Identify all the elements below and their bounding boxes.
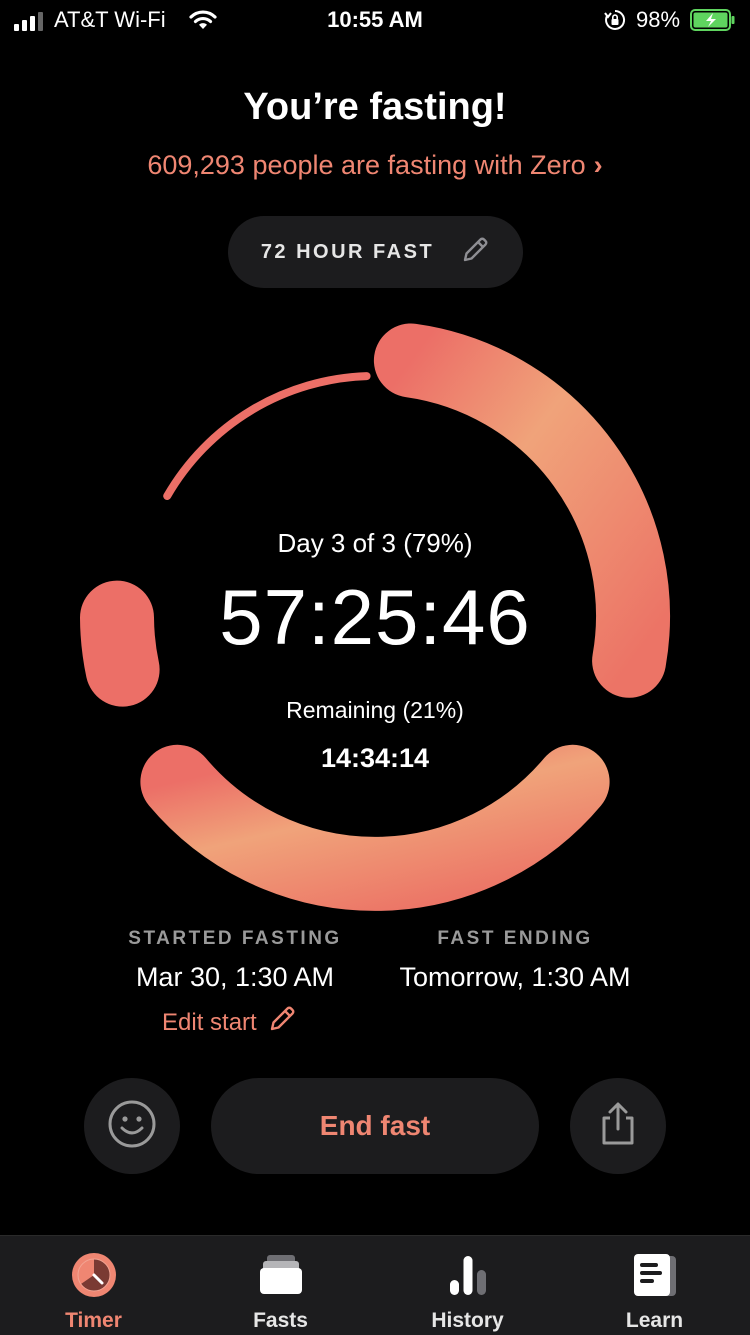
ring-remaining-track	[163, 372, 371, 500]
fast-type-button[interactable]: 72 HOUR FAST	[228, 216, 523, 288]
tab-history-label: History	[431, 1309, 504, 1332]
battery-percent: 98%	[636, 7, 681, 32]
tab-history[interactable]: History	[374, 1236, 561, 1335]
chevron-right-icon: ›	[593, 150, 603, 180]
started-fasting-value: Mar 30, 1:30 AM	[135, 962, 335, 992]
ring-segment-day-2	[140, 744, 610, 911]
status-bar: AT&T Wi-Fi 10:55 AM 98%	[0, 0, 750, 40]
fast-type-label: 72 HOUR FAST	[260, 240, 435, 263]
started-fasting-info: STARTED FASTING Mar 30, 1:30 AM	[100, 928, 370, 993]
started-fasting-caption: STARTED FASTING	[128, 928, 342, 949]
learn-icon	[561, 1252, 748, 1298]
tab-fasts[interactable]: Fasts	[187, 1236, 374, 1335]
orientation-lock-icon	[604, 9, 626, 37]
pencil-icon	[460, 235, 490, 270]
elapsed-timer: 57:25:46	[219, 573, 531, 661]
page-title: You’re fasting!	[243, 86, 507, 128]
community-link-text: 609,293 people are fasting with Zero	[147, 150, 586, 180]
fasts-icon	[187, 1252, 374, 1298]
tab-fasts-label: Fasts	[253, 1309, 308, 1332]
remaining-timer: 14:34:14	[320, 743, 430, 773]
tab-timer-label: Timer	[65, 1309, 122, 1332]
share-icon	[596, 1101, 640, 1152]
fast-ending-caption: FAST ENDING	[437, 928, 593, 949]
smiley-icon	[107, 1099, 157, 1154]
end-fast-button[interactable]: End fast	[211, 1078, 539, 1174]
tab-timer[interactable]: Timer	[0, 1236, 187, 1335]
share-button[interactable]	[570, 1078, 666, 1174]
battery-charging-icon	[690, 9, 736, 37]
tab-bar: Timer Fasts History Learn	[0, 1235, 750, 1335]
edit-start-button[interactable]: Edit start	[162, 1004, 297, 1041]
fast-ending-info: FAST ENDING Tomorrow, 1:30 AM	[380, 928, 650, 993]
day-progress-text: Day 3 of 3 (79%)	[277, 528, 473, 558]
remaining-label: Remaining (21%)	[286, 697, 464, 723]
fast-ending-value: Tomorrow, 1:30 AM	[399, 962, 631, 992]
history-icon	[374, 1252, 561, 1298]
community-link[interactable]: 609,293 people are fasting with Zero ›	[0, 150, 750, 181]
tab-learn-label: Learn	[625, 1309, 684, 1332]
edit-start-label: Edit start	[162, 1008, 257, 1036]
timer-icon	[0, 1252, 187, 1298]
tab-learn[interactable]: Learn	[561, 1236, 748, 1335]
pencil-icon	[267, 1004, 297, 1041]
mood-button[interactable]	[84, 1078, 180, 1174]
